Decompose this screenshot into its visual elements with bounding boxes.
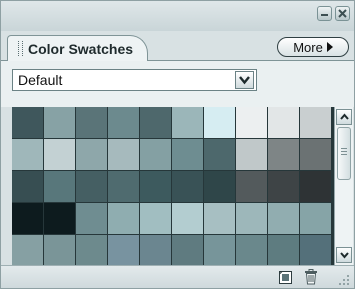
color-swatch[interactable] — [12, 235, 43, 265]
color-swatch[interactable] — [268, 203, 299, 234]
color-swatch[interactable] — [268, 171, 299, 202]
color-swatch[interactable] — [236, 139, 267, 170]
color-swatch[interactable] — [172, 107, 203, 138]
color-swatch[interactable] — [44, 235, 75, 265]
color-swatch[interactable] — [76, 235, 107, 265]
color-swatch[interactable] — [76, 171, 107, 202]
color-swatch[interactable] — [236, 171, 267, 202]
swatch-set-value: Default — [18, 72, 63, 88]
swatch-grid — [12, 107, 334, 265]
color-swatch[interactable] — [108, 235, 139, 265]
color-swatch[interactable] — [236, 107, 267, 138]
resize-grip-icon[interactable] — [338, 274, 350, 286]
color-swatch[interactable] — [140, 139, 171, 170]
color-swatch[interactable] — [236, 235, 267, 265]
color-swatch[interactable] — [172, 235, 203, 265]
close-icon[interactable] — [335, 6, 350, 21]
color-swatch[interactable] — [268, 139, 299, 170]
color-swatch[interactable] — [140, 235, 171, 265]
tab-grip-icon[interactable] — [18, 41, 23, 56]
more-arrow-icon — [326, 42, 333, 52]
new-swatch-icon[interactable] — [279, 271, 292, 284]
color-swatch[interactable] — [12, 171, 43, 202]
color-swatch[interactable] — [12, 203, 43, 234]
color-swatch[interactable] — [44, 139, 75, 170]
tab-color-swatches[interactable]: Color Swatches — [7, 35, 149, 61]
color-swatch[interactable] — [108, 107, 139, 138]
color-swatch[interactable] — [44, 171, 75, 202]
color-swatch[interactable] — [76, 107, 107, 138]
color-swatch[interactable] — [140, 203, 171, 234]
scroll-down-icon[interactable] — [336, 247, 352, 263]
color-swatch[interactable] — [12, 107, 43, 138]
color-swatch[interactable] — [300, 203, 331, 234]
scroll-thumb[interactable] — [337, 127, 351, 180]
more-label: More — [293, 39, 323, 55]
color-swatch[interactable] — [108, 171, 139, 202]
color-swatch[interactable] — [204, 139, 235, 170]
color-swatch[interactable] — [300, 139, 331, 170]
color-swatch[interactable] — [204, 203, 235, 234]
minimize-icon[interactable] — [317, 6, 332, 21]
vertical-scrollbar[interactable] — [334, 107, 353, 265]
swatch-set-select[interactable]: Default — [12, 69, 257, 91]
trash-icon[interactable] — [304, 269, 318, 285]
color-swatch[interactable] — [76, 139, 107, 170]
color-swatch[interactable] — [12, 139, 43, 170]
panel-footer — [1, 265, 354, 288]
color-swatch[interactable] — [44, 203, 75, 234]
color-swatch[interactable] — [76, 203, 107, 234]
color-swatch[interactable] — [108, 203, 139, 234]
color-swatch[interactable] — [204, 235, 235, 265]
color-swatch[interactable] — [300, 171, 331, 202]
color-swatch[interactable] — [108, 139, 139, 170]
tab-label: Color Swatches — [28, 40, 134, 57]
color-swatch[interactable] — [300, 107, 331, 138]
color-swatch[interactable] — [172, 139, 203, 170]
color-swatch[interactable] — [172, 171, 203, 202]
color-swatch[interactable] — [268, 235, 299, 265]
color-swatch[interactable] — [300, 235, 331, 265]
chevron-down-icon[interactable] — [235, 71, 254, 89]
color-swatch[interactable] — [140, 171, 171, 202]
color-swatches-panel: Color Swatches More Default — [0, 0, 355, 289]
color-swatch[interactable] — [204, 171, 235, 202]
color-swatch[interactable] — [268, 107, 299, 138]
color-swatch[interactable] — [172, 203, 203, 234]
color-swatch[interactable] — [44, 107, 75, 138]
color-swatch[interactable] — [236, 203, 267, 234]
color-swatch[interactable] — [204, 107, 235, 138]
panel-titlebar[interactable] — [1, 1, 354, 31]
scroll-up-icon[interactable] — [336, 109, 352, 125]
more-button[interactable]: More — [277, 37, 349, 57]
color-swatch[interactable] — [140, 107, 171, 138]
